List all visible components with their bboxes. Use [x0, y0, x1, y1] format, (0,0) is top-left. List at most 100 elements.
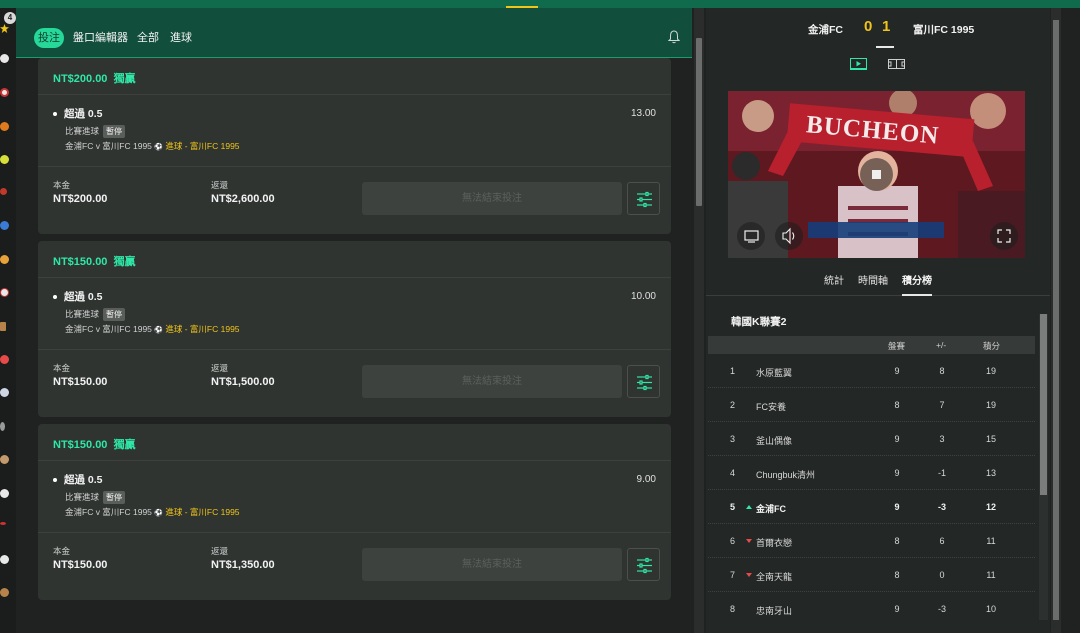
volume-button[interactable] [775, 222, 803, 250]
bet-card: NT$200.00 獨贏 超過 0.5 13.00 比賽進球 暫停 金浦FC v … [38, 58, 671, 234]
darts-icon[interactable] [0, 322, 6, 331]
pitch-icon[interactable] [888, 58, 905, 70]
odds: 10.00 [630, 291, 656, 302]
bell-icon[interactable] [668, 30, 680, 44]
odds: 13.00 [630, 108, 656, 119]
cashout-button[interactable]: 無法結束投注 [362, 365, 622, 398]
baseball-icon[interactable] [0, 288, 9, 297]
fullscreen-button[interactable] [990, 222, 1018, 250]
bet-type: 獨贏 [113, 73, 136, 85]
played: 9 [894, 468, 900, 478]
stake-value: NT$150.00 [53, 376, 108, 388]
star-icon[interactable] [0, 24, 9, 33]
horse-icon[interactable] [0, 455, 9, 464]
hockey-icon[interactable] [0, 388, 9, 397]
bowling-icon[interactable] [0, 555, 9, 564]
tennis-icon[interactable] [0, 88, 9, 97]
golf-icon[interactable] [0, 422, 5, 431]
esports-icon[interactable] [0, 255, 9, 264]
bet-card-header: NT$200.00 獨贏 [38, 58, 671, 95]
cashout-button[interactable]: 無法結束投注 [362, 548, 622, 581]
stake-label: 本金 [53, 180, 71, 190]
settings-button[interactable] [627, 182, 660, 215]
sport-icon-column: 4 [0, 8, 16, 633]
status-badge: 暫停 [103, 491, 126, 504]
table-row[interactable]: 4 Chungbuk清州 9 -1 13 [708, 456, 1035, 490]
points: 10 [985, 604, 996, 614]
selection: 超過 0.5 [53, 472, 103, 487]
table-row[interactable]: 2 FC安養 8 7 19 [708, 388, 1035, 422]
played: 8 [894, 570, 900, 580]
rank: 6 [730, 536, 736, 546]
goal-diff: 6 [939, 536, 945, 546]
heart-icon[interactable] [0, 355, 9, 364]
live-video-icon[interactable] [850, 58, 867, 70]
played: 8 [894, 400, 900, 410]
soccer-icon[interactable] [0, 54, 9, 63]
volume-icon [782, 227, 795, 245]
table-row[interactable]: 1 水原藍翼 9 8 19 [708, 354, 1035, 388]
tab-timeline[interactable]: 時間軸 [858, 272, 888, 287]
table-row-highlighted[interactable]: 5 金浦FC 9 -3 12 [708, 490, 1035, 524]
tab-all[interactable]: 全部 [137, 28, 159, 48]
team: 忠南牙山 [756, 606, 793, 616]
table-row[interactable]: 8 忠南牙山 9 -3 10 [708, 592, 1035, 626]
scrollbar-thumb[interactable] [696, 38, 702, 206]
settings-button[interactable] [627, 365, 660, 398]
settings-button[interactable] [627, 548, 660, 581]
tab-market-editor[interactable]: 盤口編輯器 [73, 28, 128, 48]
tab-goals[interactable]: 進球 [170, 28, 192, 48]
scrollbar-thumb[interactable] [1040, 314, 1047, 495]
rank: 8 [730, 604, 736, 614]
motor-icon[interactable] [0, 522, 6, 525]
league-title: 韓國K聯賽2 [731, 316, 787, 328]
misc-sport-icon[interactable] [0, 588, 9, 597]
bet-panel-scrollbar[interactable] [694, 8, 704, 633]
rank: 4 [730, 468, 736, 478]
market-name: 比賽進球 [65, 126, 100, 136]
count-badge: 4 [4, 12, 16, 24]
market: 比賽進球 暫停 [65, 125, 126, 138]
right-gutter [1062, 8, 1080, 633]
tab-stats[interactable]: 統計 [824, 272, 844, 287]
goal-icon: ⚽ [154, 144, 163, 151]
match-panel-scrollbar[interactable] [1051, 8, 1061, 633]
match-tabs: 統計 時間軸 積分榜 [706, 266, 1050, 296]
match-name: 金浦FC v 富川FC 1995 [65, 324, 152, 334]
return-value: NT$2,600.00 [211, 193, 275, 205]
tab-standings[interactable]: 積分榜 [902, 272, 932, 287]
volleyball-icon[interactable] [0, 221, 9, 230]
tab-bets[interactable]: 投注 [34, 28, 64, 48]
dog-icon[interactable] [0, 489, 9, 498]
team: 金浦FC [756, 504, 786, 514]
table-row[interactable]: 3 釜山偶像 9 3 15 [708, 422, 1035, 456]
selection: 超過 0.5 [53, 289, 103, 304]
table-row[interactable]: 6 首爾衣戀 8 6 11 [708, 524, 1035, 558]
selection-title: 超過 0.5 [64, 291, 103, 303]
points: 15 [985, 434, 996, 444]
played: 9 [894, 604, 900, 614]
points: 12 [985, 502, 996, 512]
col-played: 盤賽 [888, 341, 906, 351]
event-name: 進球 - 富川FC 1995 [165, 324, 240, 334]
scrollbar-thumb[interactable] [1053, 20, 1059, 620]
points: 11 [986, 570, 996, 580]
points: 19 [985, 400, 996, 410]
video-player[interactable]: BUCHEON [728, 91, 1025, 258]
top-strip [0, 0, 1080, 8]
tennisball-icon[interactable] [0, 155, 9, 164]
cast-button[interactable] [737, 222, 765, 250]
basketball-icon[interactable] [0, 122, 9, 131]
stop-button[interactable] [860, 158, 893, 191]
cricket-icon[interactable] [0, 188, 7, 195]
cashout-button[interactable]: 無法結束投注 [362, 182, 622, 215]
table-row[interactable]: 7 全南天龍 8 0 11 [708, 558, 1035, 592]
points: 13 [985, 468, 996, 478]
trend-down-icon [746, 573, 752, 577]
bet-card: NT$150.00 獨贏 超過 0.5 10.00 比賽進球 暫停 金浦FC v … [38, 241, 671, 417]
standings-scrollbar[interactable] [1039, 314, 1048, 620]
team: 水原藍翼 [756, 368, 793, 378]
home-team: 金浦FC [808, 24, 843, 36]
trend-down-icon [746, 539, 752, 543]
return-value: NT$1,500.00 [211, 376, 275, 388]
